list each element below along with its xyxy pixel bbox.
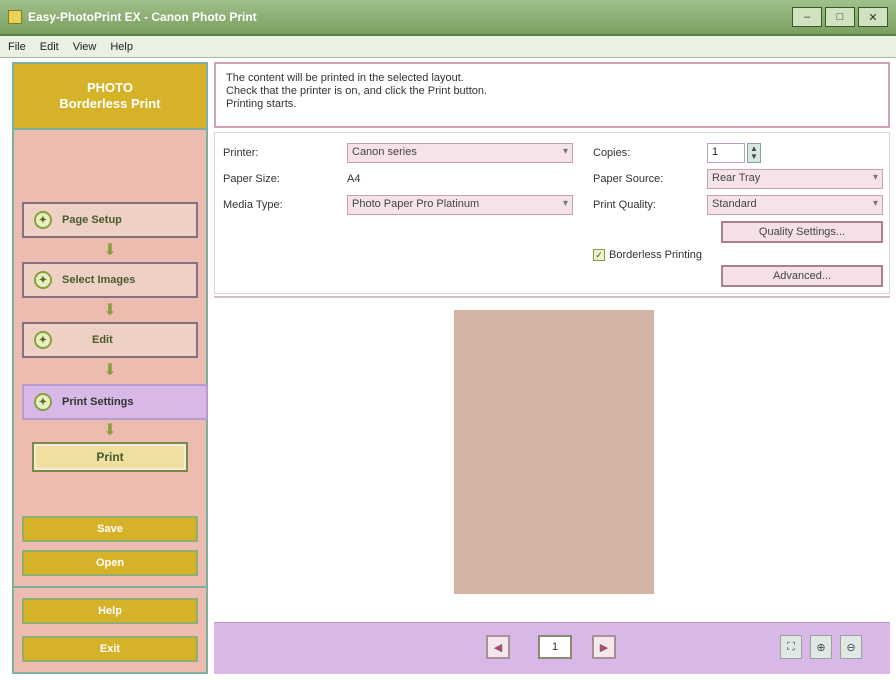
- paper-preview: [454, 310, 654, 594]
- minimize-button[interactable]: –: [792, 7, 822, 27]
- save-button[interactable]: Save: [22, 516, 198, 542]
- chevron-left-icon: ◀: [493, 641, 503, 654]
- chevron-down-icon: ▼: [750, 152, 758, 161]
- paper-source-select[interactable]: Rear Tray: [707, 169, 883, 189]
- step-print-settings[interactable]: ✦ Print Settings: [22, 384, 208, 420]
- arrow-down-icon: ⬇: [103, 422, 117, 439]
- step-page-setup[interactable]: ✦ Page Setup: [22, 202, 198, 238]
- chevron-right-icon: ▶: [599, 641, 609, 654]
- print-preview: [214, 296, 890, 622]
- preview-toolbar: ◀ 1 ▶ ⛶ ⊕ ⊖: [214, 622, 890, 674]
- step-edit[interactable]: ✦ Edit: [22, 322, 198, 358]
- app-icon: [8, 10, 22, 24]
- step-select-images[interactable]: ✦ Select Images: [22, 262, 198, 298]
- instructions-panel: The content will be printed in the selec…: [214, 62, 890, 128]
- printer-select[interactable]: Canon series: [347, 143, 573, 163]
- paper-size-value: A4: [347, 173, 361, 185]
- full-screen-button[interactable]: ⛶: [780, 635, 802, 659]
- print-quality-select[interactable]: Standard: [707, 195, 883, 215]
- copies-stepper[interactable]: ▲ ▼: [747, 143, 761, 163]
- sidebar: PHOTO Borderless Print ✦ Page Setup ⬇ ✦ …: [12, 62, 208, 674]
- menu-view[interactable]: View: [73, 41, 97, 53]
- menu-edit[interactable]: Edit: [40, 41, 59, 53]
- arrow-down-icon: ⬇: [103, 302, 117, 319]
- close-button[interactable]: ✕: [858, 7, 888, 27]
- window-controls: – □ ✕: [792, 7, 888, 27]
- instruction-line: The content will be printed in the selec…: [226, 72, 464, 84]
- quality-settings-button[interactable]: Quality Settings...: [721, 221, 883, 243]
- media-type-select[interactable]: Photo Paper Pro Platinum: [347, 195, 573, 215]
- brand-subtitle: Borderless Print: [59, 96, 161, 111]
- step-label: Select Images: [62, 274, 136, 286]
- instruction-line: Check that the printer is on, and click …: [226, 85, 488, 97]
- exit-button[interactable]: Exit: [22, 636, 198, 662]
- instruction-line: Printing starts.: [226, 98, 297, 110]
- title-bar: Easy-PhotoPrint EX - Canon Photo Print –…: [0, 0, 896, 36]
- print-button[interactable]: Print: [32, 442, 188, 472]
- step-label: Print Settings: [62, 396, 134, 408]
- menu-help[interactable]: Help: [110, 41, 133, 53]
- page-setup-icon: ✦: [34, 211, 52, 229]
- edit-icon: ✦: [34, 331, 52, 349]
- paper-size-label: Paper Size:: [223, 173, 280, 185]
- next-page-button[interactable]: ▶: [592, 635, 616, 659]
- maximize-button[interactable]: □: [825, 7, 855, 27]
- brand-header: PHOTO Borderless Print: [14, 64, 206, 130]
- zoom-in-button[interactable]: ⊕: [810, 635, 832, 659]
- arrow-down-icon: ⬇: [103, 362, 117, 379]
- borderless-checkbox[interactable]: ✓: [593, 249, 605, 261]
- images-icon: ✦: [34, 271, 52, 289]
- copies-label: Copies:: [593, 147, 631, 159]
- printer-label: Printer:: [223, 147, 259, 159]
- zoom-out-button[interactable]: ⊖: [840, 635, 862, 659]
- zoom-in-icon: ⊕: [816, 641, 826, 654]
- menu-bar: File Edit View Help: [0, 36, 896, 58]
- borderless-label: Borderless Printing: [609, 249, 702, 261]
- media-type-label: Media Type:: [223, 199, 283, 211]
- step-label: Edit: [92, 334, 113, 346]
- prev-page-button[interactable]: ◀: [486, 635, 510, 659]
- sidebar-divider: [14, 586, 206, 588]
- advanced-button[interactable]: Advanced...: [721, 265, 883, 287]
- window-title: Easy-PhotoPrint EX - Canon Photo Print: [28, 10, 257, 24]
- arrow-down-icon: ⬇: [103, 242, 117, 259]
- help-button[interactable]: Help: [22, 598, 198, 624]
- paper-source-label: Paper Source:: [593, 173, 664, 185]
- step-label: Page Setup: [62, 214, 122, 226]
- print-quality-label: Print Quality:: [593, 199, 656, 211]
- brand-title: PHOTO: [87, 80, 133, 95]
- copies-input[interactable]: 1: [707, 143, 745, 163]
- open-button[interactable]: Open: [22, 550, 198, 576]
- print-icon: ✦: [34, 393, 52, 411]
- menu-file[interactable]: File: [8, 41, 26, 53]
- full-screen-icon: ⛶: [787, 640, 795, 653]
- zoom-out-icon: ⊖: [846, 641, 856, 654]
- page-number-field[interactable]: 1: [538, 635, 572, 659]
- print-settings-panel: Printer: Canon series Paper Size: A4 Med…: [214, 132, 890, 294]
